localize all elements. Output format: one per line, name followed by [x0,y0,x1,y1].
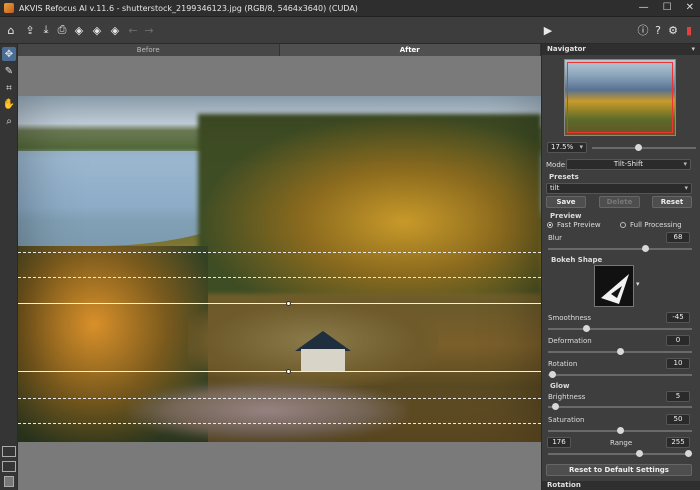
tilt-top-handle[interactable] [286,301,291,306]
redo-icon[interactable]: → [142,23,156,37]
preview-header: Preview [550,212,582,220]
fast-preview-label: Fast Preview [557,221,601,229]
tilt-focus-top-line[interactable] [18,303,541,304]
zoom-dropdown[interactable]: 17.5% ▾ [547,142,587,153]
range-min-knob[interactable] [636,450,643,457]
blur-slider-knob[interactable] [642,245,650,252]
open-file-icon[interactable]: ⇪ [23,23,37,37]
range-label: Range [610,439,633,447]
info-icon[interactable]: ⓘ [636,23,650,37]
glow-header: Glow [550,382,570,390]
brightness-label: Brightness [548,393,586,401]
tools-panel: ✥ ✎ ⌗ ✋ ⌕ [0,44,18,490]
manual-icon[interactable]: ▮ [682,23,696,37]
full-processing-label: Full Processing [630,221,682,229]
minimize-button[interactable]: — [639,2,649,13]
tab-after[interactable]: After [279,44,541,56]
brightness-slider[interactable] [548,403,692,410]
range-slider[interactable] [548,450,692,457]
saturation-slider[interactable] [548,427,692,434]
refocus-tool-icon[interactable]: ✥ [2,47,16,61]
view-split-icon[interactable] [2,461,16,472]
maximize-button[interactable]: ☐ [663,2,672,13]
close-button[interactable]: ✕ [686,2,694,13]
tilt-outer-bottom-guide[interactable] [18,423,541,424]
main-toolbar: ⌂ ⇪ ⤓ ⎙ ◈ ◈ ◈ ← → ▶ ⓘ ? ⚙ ▮ [0,17,700,44]
saturation-value-field[interactable]: 50 [666,414,690,425]
tilt-outer-top-guide[interactable] [18,252,541,253]
save-file-icon[interactable]: ⤓ [39,23,53,37]
zoom-slider[interactable] [592,144,696,151]
delete-preset-button[interactable]: Delete [599,196,640,208]
preset-dropdown[interactable]: tilt ▾ [546,183,692,194]
bokeh-shape-preview[interactable] [594,265,634,307]
deformation-slider[interactable] [548,348,692,355]
smoothness-label: Smoothness [548,314,592,322]
tilt-focus-bottom-line[interactable] [18,371,541,372]
view-tabs: Before After [18,44,541,56]
blur-slider[interactable] [548,245,692,252]
window-title: AKVIS Refocus AI v.11.6 - shutterstock_2… [19,3,358,13]
range-max-field[interactable]: 255 [666,437,690,448]
tab-before[interactable]: Before [18,44,280,56]
full-processing-radio[interactable] [620,222,626,228]
settings-panel: Navigator ▾ 17.5% ▾ Mode: Tilt-Shift ▾ Pre… [541,44,700,490]
deformation-label: Deformation [548,337,592,345]
navigator-header: Navigator [542,44,700,55]
rotation-slider[interactable] [548,371,692,378]
bokeh-shape-header: Bokeh Shape [551,256,603,264]
mode-dropdown[interactable]: Tilt-Shift ▾ [566,159,691,170]
save-preset-button[interactable]: Save [546,196,586,208]
presets-header: Presets [549,173,579,181]
zoom-slider-knob[interactable] [635,144,643,151]
run-icon[interactable]: ▶ [541,23,555,37]
tilt-mid-bottom-guide[interactable] [18,398,541,399]
image-canvas[interactable] [18,56,541,490]
app-logo-icon [4,3,14,13]
view-single-icon[interactable] [2,446,16,457]
smoothness-slider[interactable] [548,325,692,332]
help-icon[interactable]: ? [651,23,665,37]
bokeh-shape-dropdown-icon[interactable]: ▾ [636,280,640,288]
fast-preview-radio[interactable] [547,222,553,228]
brightness-value-field[interactable]: 5 [666,391,690,402]
crop-tool-icon[interactable]: ⌗ [2,81,16,95]
reset-default-settings-button[interactable]: Reset to Default Settings [546,464,692,476]
rotation-section-header: Rotation [542,481,700,490]
reset-preset-button[interactable]: Reset [652,196,692,208]
range-min-field[interactable]: 176 [547,437,571,448]
brightness-slider-knob[interactable] [551,403,559,410]
tilt-bottom-handle[interactable] [286,369,291,374]
rotation-slider-knob[interactable] [548,371,556,378]
brush-tool-icon[interactable]: ✎ [2,64,16,78]
plugin-1-icon[interactable]: ◈ [72,23,86,37]
blur-value-field[interactable]: 68 [666,232,690,243]
blur-label: Blur [548,234,563,242]
rotation-label: Rotation [548,360,578,368]
deformation-slider-knob[interactable] [616,348,624,355]
undo-icon[interactable]: ← [126,23,140,37]
hand-tool-icon[interactable]: ✋ [2,97,16,111]
view-color-icon[interactable] [4,476,14,487]
plugin-3-icon[interactable]: ◈ [108,23,122,37]
rotation-value-field[interactable]: 10 [666,358,690,369]
saturation-label: Saturation [548,416,585,424]
photo-preview[interactable] [18,96,541,442]
mode-label: Mode: [546,161,568,169]
open-home-icon[interactable]: ⌂ [4,23,18,37]
smoothness-slider-knob[interactable] [583,325,591,332]
saturation-slider-knob[interactable] [616,427,624,434]
zoom-tool-icon[interactable]: ⌕ [2,114,16,128]
settings-icon[interactable]: ⚙ [666,23,680,37]
range-max-knob[interactable] [685,450,692,457]
panel-collapse-icon[interactable]: ▾ [691,45,695,53]
title-bar: AKVIS Refocus AI v.11.6 - shutterstock_2… [0,0,700,17]
tilt-mid-top-guide[interactable] [18,277,541,278]
plugin-2-icon[interactable]: ◈ [90,23,104,37]
deformation-value-field[interactable]: 0 [666,335,690,346]
print-icon[interactable]: ⎙ [55,23,69,37]
navigator-thumbnail[interactable] [564,59,676,136]
smoothness-value-field[interactable]: -45 [666,312,690,323]
